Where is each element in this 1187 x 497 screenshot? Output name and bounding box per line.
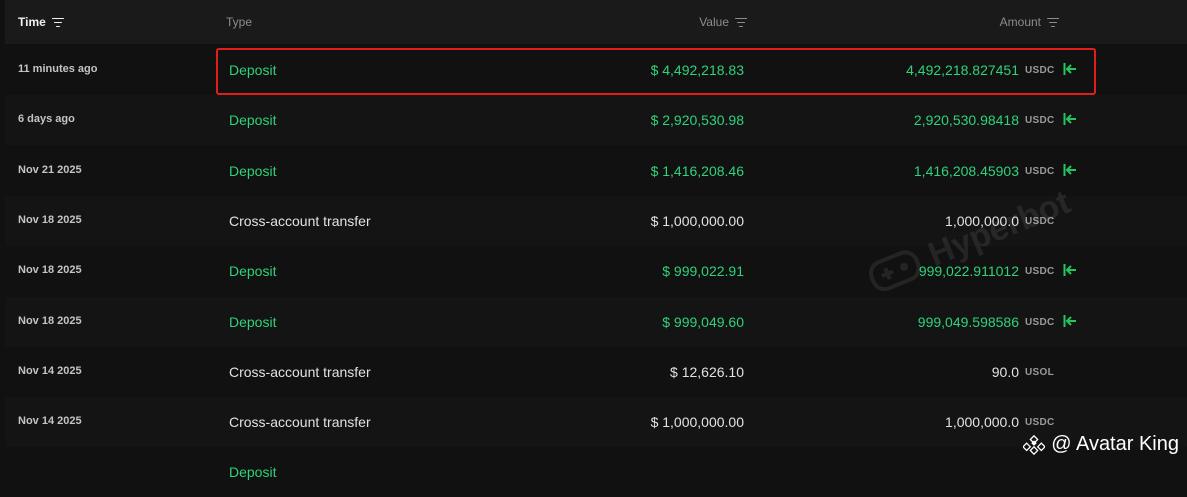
unit-cell: USDC — [1025, 65, 1055, 76]
amount-cell: 4,492,218.827451 — [906, 62, 1019, 78]
time-cell: Nov 18 2025 — [18, 264, 82, 277]
brand-text: @ Avatar King — [1051, 433, 1179, 455]
value-cell: $ 1,416,208.46 — [650, 162, 744, 179]
type-cell: Cross-account transfer — [229, 363, 371, 380]
value-cell: $ 1,000,000.00 — [650, 414, 744, 431]
value-cell: $ 12,626.10 — [670, 363, 744, 380]
table-row[interactable]: 11 minutes ago Deposit $ 4,492,218.83 4,492… — [5, 45, 1187, 95]
type-cell: Deposit — [229, 464, 277, 481]
time-header-label: Time — [18, 15, 46, 29]
filter-icon[interactable] — [735, 17, 747, 27]
value-cell: $ 999,049.60 — [662, 313, 744, 330]
table-row[interactable]: 6 days ago Deposit $ 2,920,530.98 2,920,530… — [5, 95, 1187, 146]
type-cell: Cross-account transfer — [229, 212, 371, 229]
amount-header-label: Amount — [999, 15, 1041, 29]
diamond-logo-icon — [1023, 434, 1046, 455]
type-cell: Deposit — [229, 313, 277, 330]
type-cell: Deposit — [229, 62, 277, 78]
table-header: Time Type Value Amount — [5, 0, 1187, 44]
table-row[interactable]: Deposit — [5, 447, 1187, 497]
filter-icon[interactable] — [1047, 17, 1059, 27]
value-cell: $ 1,000,000.00 — [650, 212, 744, 229]
deposit-arrow-icon[interactable] — [1063, 62, 1077, 76]
type-cell: Deposit — [229, 162, 277, 179]
watermark-text: Hyperbot — [922, 182, 1076, 274]
unit-cell: USDC — [1025, 115, 1055, 127]
value-cell: $ 4,492,218.83 — [650, 62, 744, 78]
type-cell: Deposit — [229, 112, 277, 129]
brand-badge: @ Avatar King — [1023, 433, 1179, 456]
time-cell: Nov 14 2025 — [18, 415, 82, 428]
type-column-header: Type — [226, 15, 252, 29]
amount-column-header[interactable]: Amount — [1000, 15, 1059, 29]
time-cell: Nov 18 2025 — [18, 314, 82, 327]
filter-icon[interactable] — [51, 17, 64, 27]
deposit-arrow-icon[interactable] — [1063, 314, 1077, 328]
time-cell: 6 days ago — [18, 113, 75, 126]
time-cell: Nov 21 2025 — [18, 163, 82, 176]
time-cell: Nov 14 2025 — [18, 364, 82, 377]
time-cell: 11 minutes ago — [18, 63, 98, 75]
value-header-label: Value — [699, 15, 729, 29]
unit-cell: USDC — [1025, 316, 1055, 328]
table-row[interactable]: Nov 14 2025 Cross-account transfer $ 1,000… — [5, 397, 1187, 448]
time-cell: Nov 18 2025 — [18, 213, 82, 226]
time-column-header[interactable]: Time — [18, 15, 64, 29]
type-cell: Deposit — [229, 263, 277, 280]
amount-cell: 1,000,000.0 — [945, 414, 1019, 431]
type-header-label: Type — [226, 15, 253, 29]
amount-cell: 90.0 — [991, 363, 1019, 380]
value-cell: $ 2,920,530.98 — [650, 112, 744, 129]
value-cell: $ 999,022.91 — [662, 263, 744, 280]
type-cell: Cross-account transfer — [229, 414, 371, 431]
amount-cell: 2,920,530.98418 — [913, 112, 1019, 129]
table-row[interactable]: Nov 14 2025 Cross-account transfer $ 12,62… — [5, 347, 1187, 397]
value-column-header[interactable]: Value — [699, 15, 747, 29]
unit-cell: USDC — [1025, 417, 1055, 429]
unit-cell: USOL — [1025, 366, 1054, 378]
